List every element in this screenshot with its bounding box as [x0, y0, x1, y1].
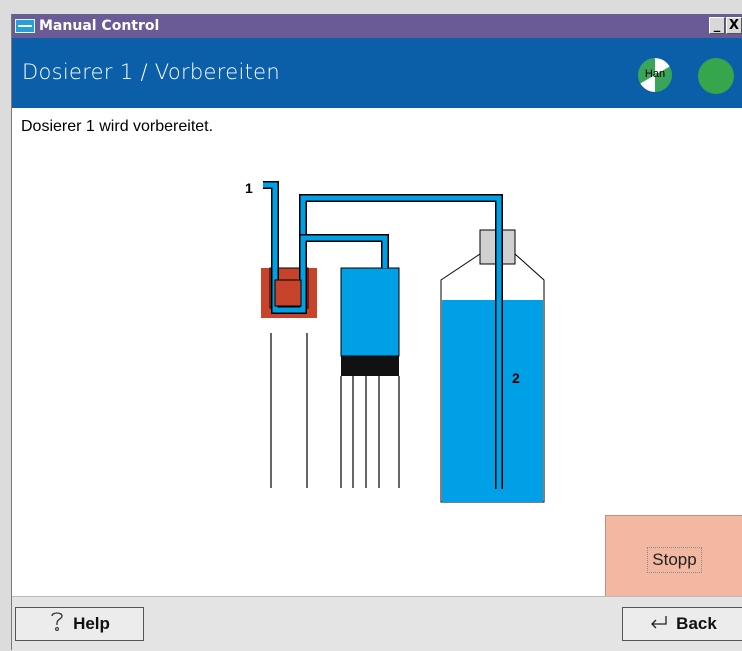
bottle-liquid: [442, 300, 543, 502]
dosing-cylinder: [340, 267, 400, 357]
hand-mode-label: Han: [644, 68, 666, 80]
page-header: Dosierer 1 / Vorbereiten: [12, 38, 742, 108]
manual-control-window: Manual Control _ X Dosierer 1 / Vorberei…: [11, 14, 742, 651]
window-title: Manual Control: [39, 18, 160, 34]
back-label: Back: [676, 614, 717, 633]
status-message: Dosierer 1 wird vorbereitet.: [21, 118, 214, 135]
footer-bar: Help Back: [12, 596, 742, 651]
help-button[interactable]: Help: [15, 607, 144, 641]
piston: [341, 356, 399, 376]
title-bar: Manual Control _ X: [12, 14, 742, 38]
back-button[interactable]: Back: [622, 607, 742, 641]
stop-button[interactable]: Stopp: [605, 515, 742, 604]
diagram-label-1: 1: [245, 180, 253, 196]
status-indicator-icon: [698, 58, 734, 94]
dispenser-diagram: 1 2: [245, 180, 545, 503]
back-arrow-icon: [648, 613, 668, 636]
help-label: Help: [73, 614, 110, 633]
hand-mode-icon[interactable]: Han: [638, 58, 672, 92]
close-button[interactable]: X: [726, 17, 742, 34]
minimize-button[interactable]: _: [709, 17, 725, 34]
diagram-label-2: 2: [512, 370, 520, 386]
app-icon: [15, 19, 35, 33]
help-icon: [49, 610, 65, 638]
page-title: Dosierer 1 / Vorbereiten: [22, 60, 280, 84]
stop-button-label: Stopp: [647, 547, 702, 573]
